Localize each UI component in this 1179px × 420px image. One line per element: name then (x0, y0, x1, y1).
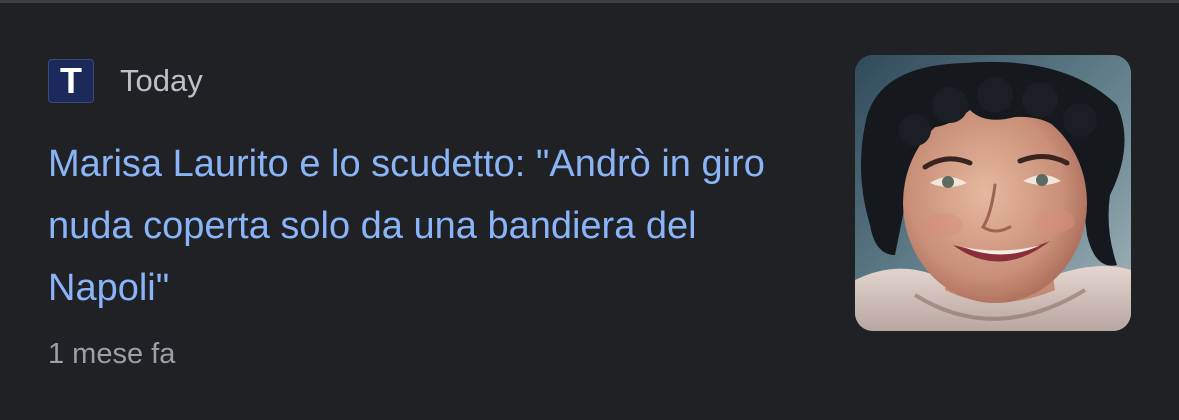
article-thumbnail[interactable] (855, 55, 1131, 331)
source-row: T Today (48, 58, 203, 104)
source-name: Today (120, 63, 203, 98)
thumbnail-portrait-image (855, 55, 1131, 331)
article-headline[interactable]: Marisa Laurito e lo scudetto: "Andrò in … (48, 133, 818, 319)
news-article-card[interactable]: T Today Marisa Laurito e lo scudetto: "A… (0, 3, 1179, 420)
source-logo: T (48, 59, 94, 103)
article-timestamp: 1 mese fa (48, 338, 176, 370)
source-logo-letter: T (60, 60, 82, 101)
